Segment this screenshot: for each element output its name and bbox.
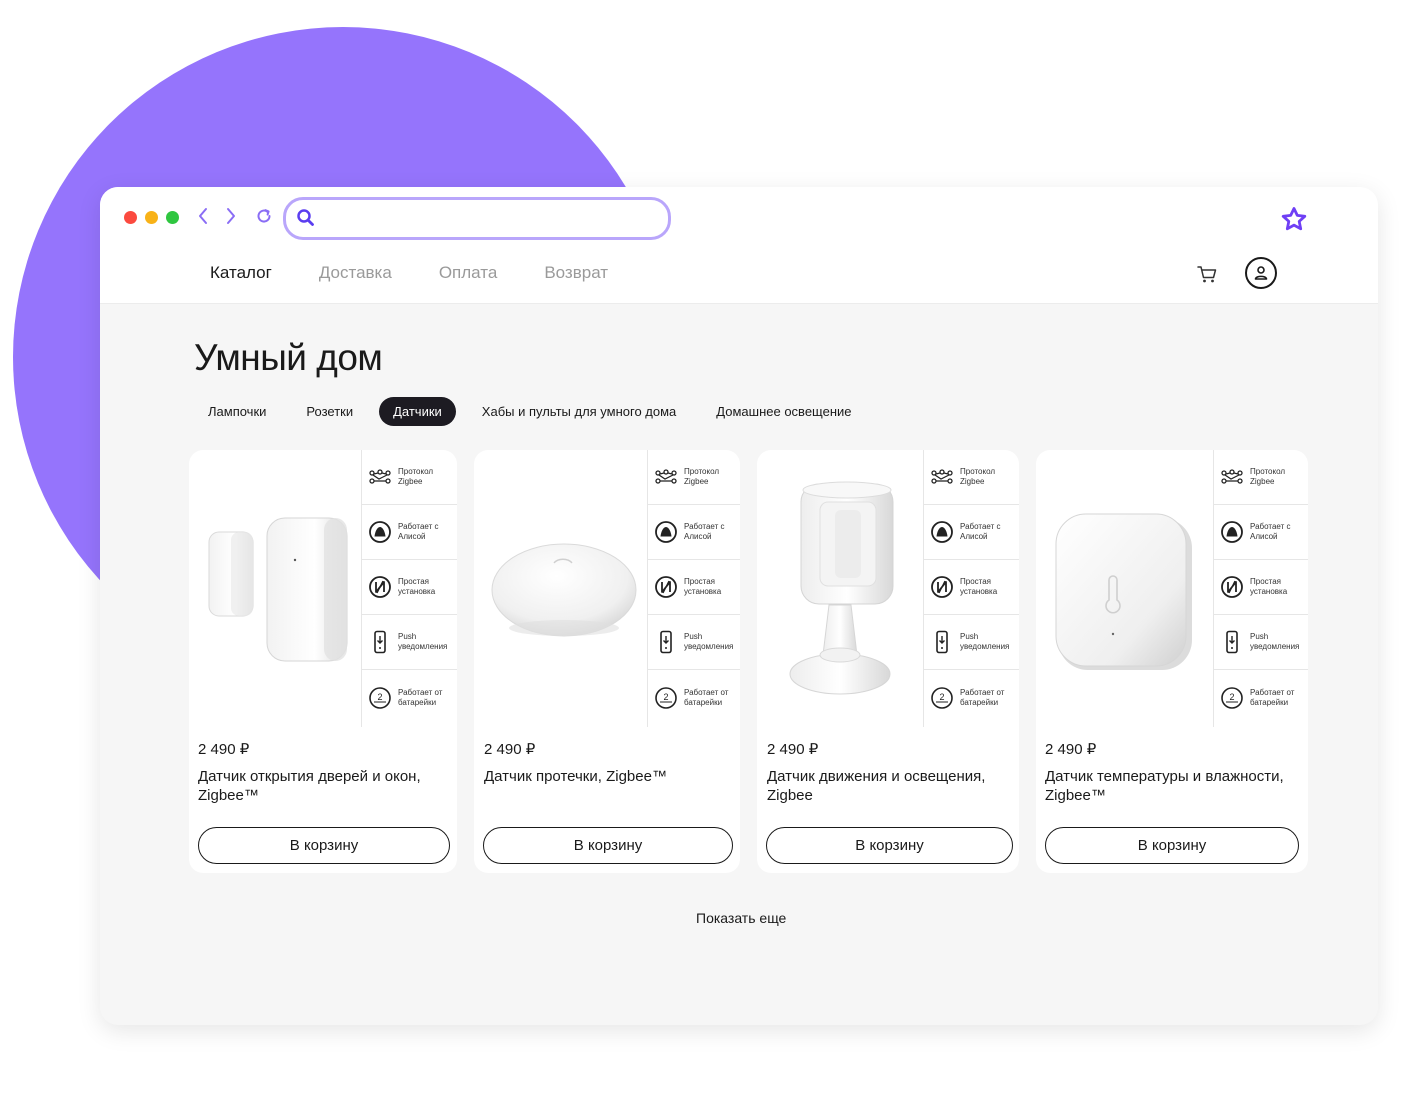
feature-item: 2 Работает от батарейки (1214, 670, 1308, 725)
alice-icon (930, 520, 954, 544)
feature-item: Простая установка (924, 560, 1019, 615)
product-card: Протокол Zigbee Работает с Алисой Проста… (189, 450, 457, 873)
product-price: 2 490 ₽ (767, 741, 819, 758)
browser-chrome: Каталог Доставка Оплата Возврат (100, 187, 1378, 304)
feature-item: Push уведомления (1214, 615, 1308, 670)
feature-item: Простая установка (362, 560, 457, 615)
feature-item: Протокол Zigbee (362, 450, 457, 505)
forward-icon[interactable] (219, 203, 243, 229)
feature-item: 2 Работает от батарейки (362, 670, 457, 725)
feature-item: Push уведомления (648, 615, 740, 670)
feature-item: 2 Работает от батарейки (648, 670, 740, 725)
feature-item: Простая установка (648, 560, 740, 615)
page-title: Умный дом (194, 337, 383, 378)
search-icon (296, 208, 316, 233)
menu-item-payment[interactable]: Оплата (439, 263, 497, 283)
search-input[interactable] (283, 197, 671, 240)
feature-list: Протокол Zigbee Работает с Алисой Проста… (361, 450, 457, 727)
product-name[interactable]: Датчик движения и освещения, Zigbee (767, 767, 1012, 805)
product-name[interactable]: Датчик открытия дверей и окон, Zigbee™ (198, 767, 448, 805)
product-card: Протокол Zigbee Работает с Алисой Проста… (1036, 450, 1308, 873)
feature-item: Push уведомления (924, 615, 1019, 670)
product-image[interactable] (189, 450, 361, 727)
phone-icon (1220, 630, 1244, 654)
battery-icon: 2 (1220, 686, 1244, 710)
feature-list: Протокол Zigbee Работает с Алисой Проста… (923, 450, 1019, 727)
network-icon (654, 465, 678, 489)
product-image[interactable] (1036, 450, 1213, 727)
feature-item: Протокол Zigbee (924, 450, 1019, 505)
product-price: 2 490 ₽ (1045, 741, 1097, 758)
network-icon (1220, 465, 1244, 489)
product-card: Протокол Zigbee Работает с Алисой Проста… (474, 450, 740, 873)
battery-icon: 2 (930, 686, 954, 710)
svg-text:2: 2 (663, 692, 668, 702)
tab-sockets[interactable]: Розетки (292, 397, 367, 426)
add-to-cart-button[interactable]: В корзину (483, 827, 733, 864)
setup-icon (930, 575, 954, 599)
setup-icon (654, 575, 678, 599)
alice-icon (654, 520, 678, 544)
product-image[interactable] (474, 450, 647, 727)
svg-text:2: 2 (1229, 692, 1234, 702)
add-to-cart-button[interactable]: В корзину (1045, 827, 1299, 864)
tab-lighting[interactable]: Домашнее освещение (702, 397, 865, 426)
feature-item: Протокол Zigbee (1214, 450, 1308, 505)
add-to-cart-button[interactable]: В корзину (766, 827, 1013, 864)
feature-item: Работает с Алисой (1214, 505, 1308, 560)
setup-icon (368, 575, 392, 599)
feature-list: Протокол Zigbee Работает с Алисой Проста… (1213, 450, 1308, 727)
main-menu: Каталог Доставка Оплата Возврат (210, 263, 655, 283)
feature-item: Протокол Zigbee (648, 450, 740, 505)
product-name[interactable]: Датчик протечки, Zigbee™ (484, 767, 734, 786)
feature-item: Push уведомления (362, 615, 457, 670)
add-to-cart-button[interactable]: В корзину (198, 827, 450, 864)
feature-item: 2 Работает от батарейки (924, 670, 1019, 725)
product-grid: Протокол Zigbee Работает с Алисой Проста… (189, 450, 1309, 873)
tab-hubs[interactable]: Хабы и пульты для умного дома (468, 397, 691, 426)
product-price: 2 490 ₽ (484, 741, 536, 758)
feature-item: Работает с Алисой (924, 505, 1019, 560)
show-more-button[interactable]: Показать еще (696, 910, 786, 926)
tab-sensors[interactable]: Датчики (379, 397, 456, 426)
back-icon[interactable] (191, 203, 215, 229)
svg-text:2: 2 (377, 692, 382, 702)
alice-icon (1220, 520, 1244, 544)
network-icon (368, 465, 392, 489)
feature-item: Простая установка (1214, 560, 1308, 615)
reload-icon[interactable] (252, 203, 276, 229)
stage: Каталог Доставка Оплата Возврат Умный до… (0, 0, 1409, 1116)
setup-icon (1220, 575, 1244, 599)
feature-list: Протокол Zigbee Работает с Алисой Проста… (647, 450, 740, 727)
feature-item: Работает с Алисой (648, 505, 740, 560)
menu-item-delivery[interactable]: Доставка (319, 263, 392, 283)
tab-bulbs[interactable]: Лампочки (194, 397, 280, 426)
battery-icon: 2 (654, 686, 678, 710)
maximize-window-button[interactable] (166, 211, 179, 224)
menu-item-return[interactable]: Возврат (544, 263, 608, 283)
alice-icon (368, 520, 392, 544)
phone-icon (654, 630, 678, 654)
close-window-button[interactable] (124, 211, 137, 224)
category-tabs: Лампочки Розетки Датчики Хабы и пульты д… (194, 397, 878, 426)
minimize-window-button[interactable] (145, 211, 158, 224)
phone-icon (930, 630, 954, 654)
svg-text:2: 2 (939, 692, 944, 702)
phone-icon (368, 630, 392, 654)
product-price: 2 490 ₽ (198, 741, 250, 758)
browser-window: Каталог Доставка Оплата Возврат Умный до… (100, 187, 1378, 1025)
feature-item: Работает с Алисой (362, 505, 457, 560)
cart-icon[interactable] (1196, 263, 1218, 290)
product-name[interactable]: Датчик температуры и влажности, Zigbee™ (1045, 767, 1303, 805)
star-icon[interactable] (1280, 206, 1308, 238)
product-card: Протокол Zigbee Работает с Алисой Проста… (757, 450, 1019, 873)
battery-icon: 2 (368, 686, 392, 710)
user-icon[interactable] (1245, 257, 1277, 289)
product-image[interactable] (757, 450, 923, 727)
menu-item-catalog[interactable]: Каталог (210, 263, 272, 283)
network-icon (930, 465, 954, 489)
